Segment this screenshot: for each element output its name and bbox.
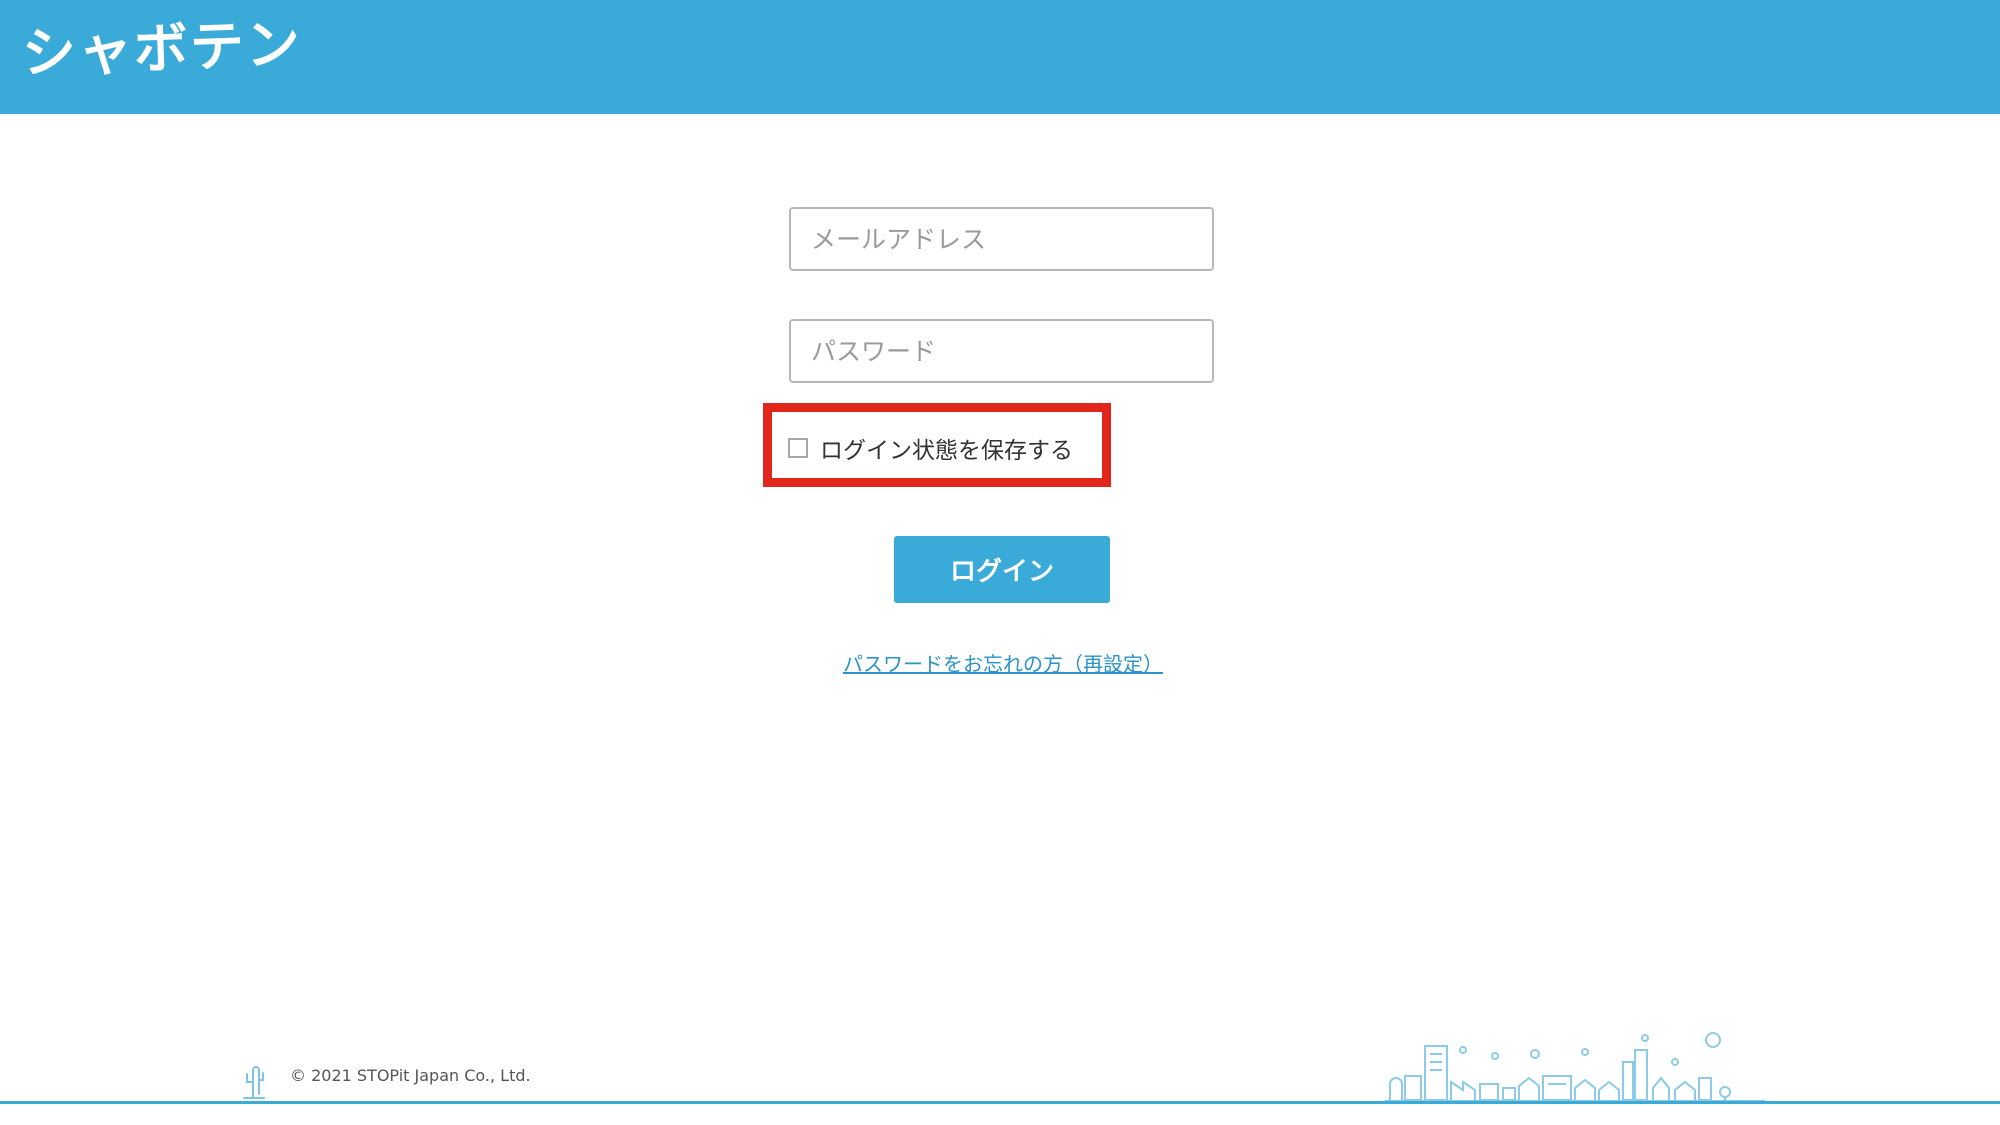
copyright-text: © 2021 STOPit Japan Co., Ltd. <box>290 1066 531 1085</box>
remember-login-checkbox[interactable] <box>788 438 808 458</box>
footer-divider <box>0 1101 2000 1104</box>
remember-login-option[interactable]: ログイン状態を保存する <box>788 430 1073 466</box>
header-bar: シャボテン <box>0 0 2000 114</box>
email-field[interactable] <box>789 207 1214 271</box>
login-button[interactable]: ログイン <box>894 536 1110 603</box>
cactus-icon <box>243 1066 265 1099</box>
remember-login-label[interactable]: ログイン状態を保存する <box>820 431 1073 465</box>
city-skyline-icon <box>1385 1032 1765 1102</box>
forgot-password-link[interactable]: パスワードをお忘れの方（再設定） <box>835 648 1171 677</box>
app-logo[interactable]: シャボテン <box>21 4 304 94</box>
password-field[interactable] <box>789 319 1214 383</box>
